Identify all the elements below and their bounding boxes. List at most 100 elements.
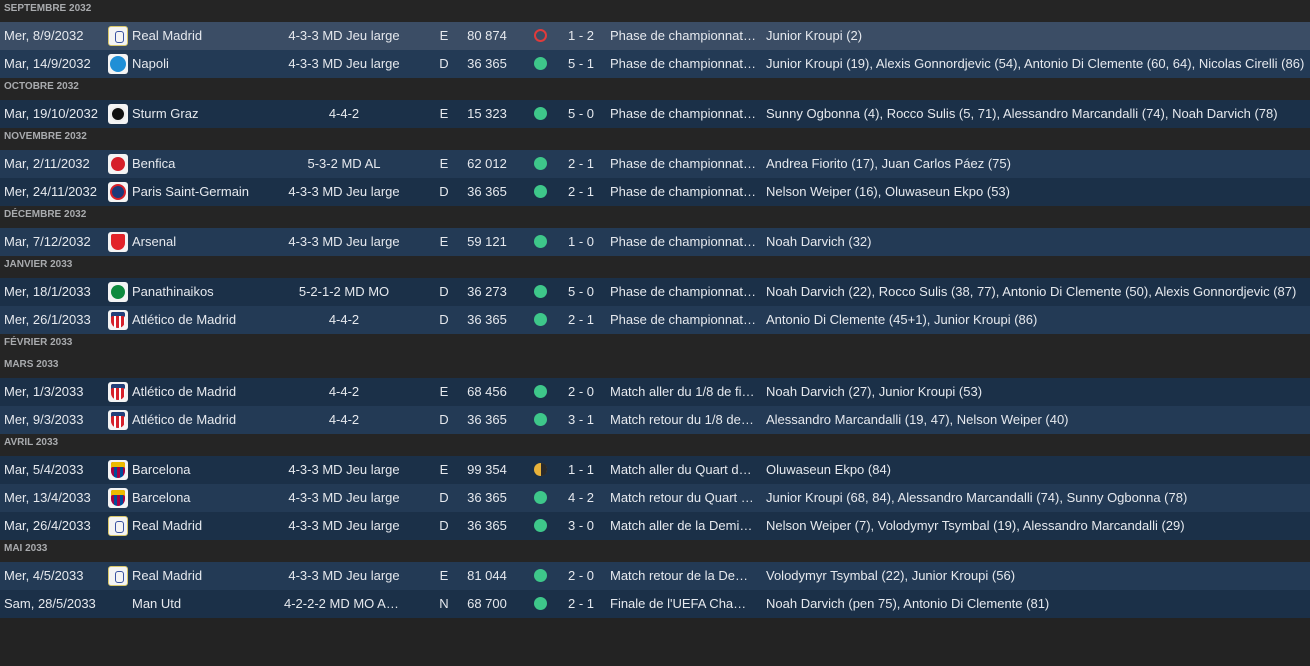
opponent-name[interactable]: Atlético de Madrid xyxy=(132,306,282,334)
match-score[interactable]: 2 - 1 xyxy=(562,150,600,178)
match-score[interactable]: 5 - 0 xyxy=(562,278,600,306)
result-indicator xyxy=(530,50,550,78)
arsenal-crest-icon xyxy=(108,232,128,252)
tactic: 4-4-2 xyxy=(328,412,360,427)
match-row[interactable]: Mer, 1/3/2033 Atlético de Madrid 4-4-2 E 68 … xyxy=(0,378,1310,406)
match-score[interactable]: 4 - 2 xyxy=(562,484,600,512)
match-score[interactable]: 2 - 0 xyxy=(562,378,600,406)
competition-stage: Match retour de la Demi… xyxy=(610,568,756,583)
opponent-name[interactable]: Atlético de Madrid xyxy=(132,378,282,406)
match-score[interactable]: 1 - 2 xyxy=(562,22,600,50)
opponent-logo xyxy=(108,282,128,302)
match-score[interactable]: 3 - 1 xyxy=(562,406,600,434)
match-row[interactable]: Mar, 19/10/2032 Sturm Graz 4-4-2 E 15 323 5 -… xyxy=(0,100,1310,128)
match-date: Mer, 26/1/2033 xyxy=(4,312,91,327)
match-row[interactable]: Mer, 18/1/2033 Panathinaikos 5-2-1-2 MD MO… xyxy=(0,278,1310,306)
attendance: 36 365 xyxy=(467,490,507,505)
goal-scorers: Nelson Weiper (7), Volodymyr Tsymbal (19… xyxy=(766,518,1185,533)
attendance: 80 874 xyxy=(467,28,507,43)
opponent-name[interactable]: Man Utd xyxy=(132,590,282,618)
opponent-name[interactable]: Atlético de Madrid xyxy=(132,406,282,434)
opponent-name[interactable]: Benfica xyxy=(132,150,282,178)
attendance: 81 044 xyxy=(467,568,507,583)
napoli-crest-icon xyxy=(108,54,128,74)
opponent-name[interactable]: Real Madrid xyxy=(132,512,282,540)
attendance: 68 456 xyxy=(467,384,507,399)
atletico-crest-icon xyxy=(108,410,128,430)
goal-scorers: Noah Darvich (pen 75), Antonio Di Clemen… xyxy=(766,596,1050,611)
match-score[interactable]: 2 - 1 xyxy=(562,590,600,618)
attendance: 36 365 xyxy=(467,518,507,533)
opponent-logo xyxy=(108,154,128,174)
tactic: 5-2-1-2 MD MO xyxy=(298,284,390,299)
win-result-icon xyxy=(534,235,547,248)
match-date: Mer, 9/3/2033 xyxy=(4,412,84,427)
match-row[interactable]: Mar, 7/12/2032 Arsenal 4-3-3 MD Jeu large E… xyxy=(0,228,1310,256)
competition-stage: Match aller du 1/8 de fin… xyxy=(610,384,756,399)
result-indicator xyxy=(530,406,550,434)
tactic: 4-3-3 MD Jeu large xyxy=(288,462,400,477)
match-row[interactable]: Mer, 9/3/2033 Atlético de Madrid 4-4-2 D 36 … xyxy=(0,406,1310,434)
venue: E xyxy=(439,156,449,171)
tactic: 4-4-2 xyxy=(328,312,360,327)
goal-scorers: Noah Darvich (22), Rocco Sulis (38, 77),… xyxy=(766,284,1297,299)
atletico-crest-icon xyxy=(108,382,128,402)
opponent-name[interactable]: Real Madrid xyxy=(132,562,282,590)
opponent-name[interactable]: Panathinaikos xyxy=(132,278,282,306)
match-row[interactable]: Mar, 5/4/2033 Barcelona 4-3-3 MD Jeu large… xyxy=(0,456,1310,484)
month-header: MAI 2033 xyxy=(0,540,1310,562)
match-score[interactable]: 2 - 1 xyxy=(562,178,600,206)
competition-stage: Match aller de la Demi-f… xyxy=(610,518,756,533)
match-score[interactable]: 1 - 1 xyxy=(562,456,600,484)
attendance: 99 354 xyxy=(467,462,507,477)
competition-stage: Phase de championnat… xyxy=(610,312,756,327)
match-score[interactable]: 2 - 0 xyxy=(562,562,600,590)
match-score[interactable]: 2 - 1 xyxy=(562,306,600,334)
sturm-graz-crest-icon xyxy=(108,104,128,124)
match-score[interactable]: 5 - 0 xyxy=(562,100,600,128)
venue: E xyxy=(439,234,449,249)
result-indicator xyxy=(530,278,550,306)
win-result-icon xyxy=(534,413,547,426)
tactic: 4-3-3 MD Jeu large xyxy=(288,490,400,505)
opponent-name[interactable]: Barcelona xyxy=(132,456,282,484)
match-score[interactable]: 1 - 0 xyxy=(562,228,600,256)
opponent-name[interactable]: Barcelona xyxy=(132,484,282,512)
match-row[interactable]: Mer, 26/1/2033 Atlético de Madrid 4-4-2 D 36… xyxy=(0,306,1310,334)
opponent-name[interactable]: Napoli xyxy=(132,50,282,78)
opponent-name[interactable]: Sturm Graz xyxy=(132,100,282,128)
opponent-name[interactable]: Arsenal xyxy=(132,228,282,256)
real-madrid-crest-icon xyxy=(108,566,128,586)
match-score[interactable]: 5 - 1 xyxy=(562,50,600,78)
win-result-icon xyxy=(534,569,547,582)
match-row[interactable]: Mar, 26/4/2033 Real Madrid 4-3-3 MD Jeu la… xyxy=(0,512,1310,540)
match-row[interactable]: Mer, 8/9/2032 Real Madrid 4-3-3 MD Jeu lar… xyxy=(0,22,1310,50)
month-header: NOVEMBRE 2032 xyxy=(0,128,1310,150)
result-indicator xyxy=(530,378,550,406)
month-header: DÉCEMBRE 2032 xyxy=(0,206,1310,228)
match-date: Mer, 1/3/2033 xyxy=(4,384,84,399)
competition-stage: Match retour du Quart d… xyxy=(610,490,756,505)
competition-stage: Phase de championnat… xyxy=(610,28,756,43)
tactic: 4-3-3 MD Jeu large xyxy=(288,184,400,199)
competition-stage: Match retour du 1/8 de f… xyxy=(610,412,756,427)
match-row[interactable]: Mar, 2/11/2032 Benfica 5-3-2 MD AL E 62 012 2… xyxy=(0,150,1310,178)
opponent-name[interactable]: Real Madrid xyxy=(132,22,282,50)
match-row[interactable]: Mer, 4/5/2033 Real Madrid 4-3-3 MD Jeu lar… xyxy=(0,562,1310,590)
match-date: Mar, 5/4/2033 xyxy=(4,462,84,477)
competition-stage: Finale de l'UEFA Cham… xyxy=(610,596,756,611)
match-row[interactable]: Mer, 13/4/2033 Barcelona 4-3-3 MD Jeu larg… xyxy=(0,484,1310,512)
match-row[interactable]: Mer, 24/11/2032 Paris Saint-Germain 4-3-3 … xyxy=(0,178,1310,206)
match-date: Mer, 8/9/2032 xyxy=(4,28,84,43)
match-row[interactable]: Sam, 28/5/2033 Man Utd 4-2-2-2 MD MO Axial… xyxy=(0,590,1310,618)
opponent-name[interactable]: Paris Saint-Germain xyxy=(132,178,282,206)
goal-scorers: Sunny Ogbonna (4), Rocco Sulis (5, 71), … xyxy=(766,106,1278,121)
win-result-icon xyxy=(534,57,547,70)
attendance: 36 365 xyxy=(467,56,507,71)
tactic: 5-3-2 MD AL xyxy=(307,156,381,171)
opponent-logo xyxy=(108,410,128,430)
win-result-icon xyxy=(534,597,547,610)
result-indicator xyxy=(530,178,550,206)
match-row[interactable]: Mar, 14/9/2032 Napoli 4-3-3 MD Jeu large D 3… xyxy=(0,50,1310,78)
match-score[interactable]: 3 - 0 xyxy=(562,512,600,540)
